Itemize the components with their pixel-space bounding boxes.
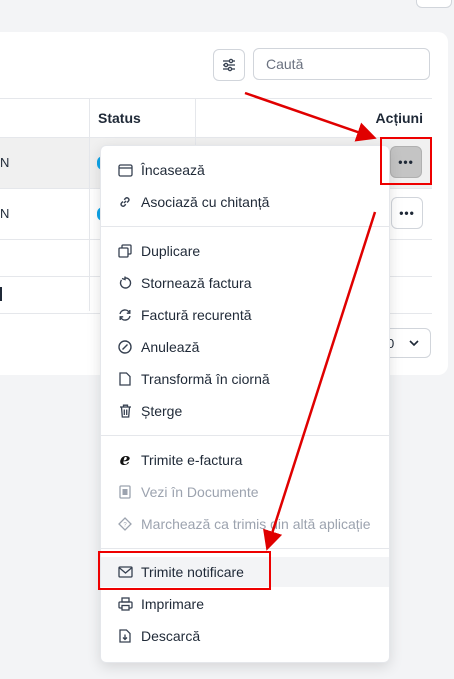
annotation-arrows <box>244 91 377 551</box>
annotation-arrow <box>244 91 377 142</box>
annotation-arrow <box>263 211 377 551</box>
